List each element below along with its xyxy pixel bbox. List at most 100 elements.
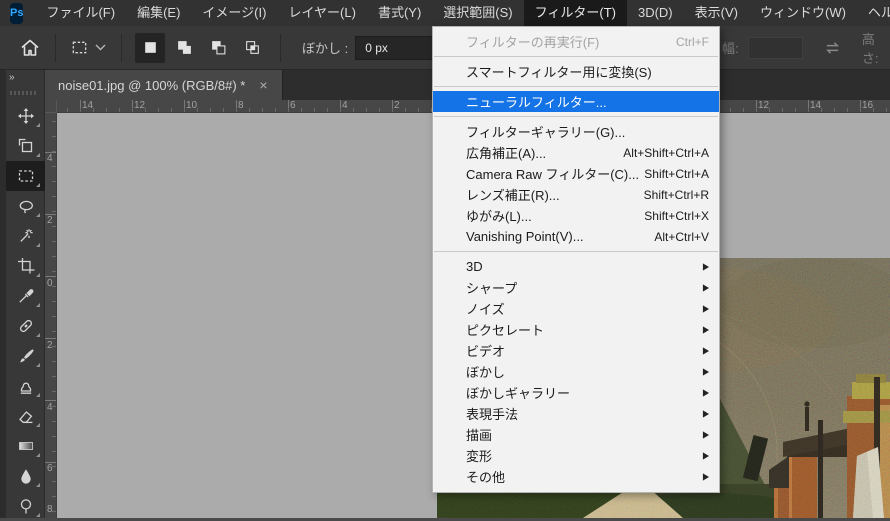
menubar-item-image[interactable]: イメージ(I) xyxy=(191,0,277,26)
dodge-tool-icon xyxy=(20,499,31,514)
brush-tool[interactable] xyxy=(6,341,45,371)
menubar-item-layer[interactable]: レイヤー(L) xyxy=(277,0,367,26)
tool-group-indicator xyxy=(36,393,40,397)
magic-wand-tool-icon xyxy=(19,229,33,242)
gradient-tool[interactable] xyxy=(6,431,45,461)
menubar-item-edit[interactable]: 編集(E) xyxy=(126,0,191,26)
magic-wand-tool[interactable] xyxy=(6,221,45,251)
menu-item-convert-for-smart-filters[interactable]: スマートフィルター用に変換(S) xyxy=(433,61,719,82)
menu-separator xyxy=(434,251,718,252)
subtract-from-selection-button[interactable] xyxy=(203,33,233,63)
frame-tool-icon xyxy=(18,138,32,153)
tab-close-icon[interactable]: × xyxy=(257,78,269,92)
tool-group-indicator xyxy=(36,123,40,127)
menubar-item-file[interactable]: ファイル(F) xyxy=(35,0,126,26)
menubar-item-3d[interactable]: 3D(D) xyxy=(627,0,684,26)
menubar-item-view[interactable]: 表示(V) xyxy=(684,0,749,26)
menu-item-camera-raw-filter[interactable]: Camera Raw フィルター(C)... Shift+Ctrl+A xyxy=(433,163,719,184)
menubar-item-window[interactable]: ウィンドウ(W) xyxy=(749,0,857,26)
menu-item-liquify[interactable]: ゆがみ(L)... Shift+Ctrl+X xyxy=(433,205,719,226)
crop-tool[interactable] xyxy=(6,251,45,281)
dodge-tool[interactable] xyxy=(6,491,45,521)
ruler-label: 6 xyxy=(47,463,53,474)
menu-item-submenu-blur[interactable]: ぼかし ▶ xyxy=(433,361,719,382)
blur-tool[interactable] xyxy=(6,461,45,491)
tools-panel-grip[interactable] xyxy=(10,91,36,95)
menu-item-neural-filters[interactable]: ニューラルフィルター... xyxy=(433,91,719,112)
menu-item-label: 3D xyxy=(466,259,483,274)
expand-tools-button[interactable]: » xyxy=(6,70,44,86)
spot-healing-brush-tool[interactable] xyxy=(6,311,45,341)
frame-tool[interactable] xyxy=(6,131,45,161)
ruler-minor-ticks xyxy=(52,113,56,518)
submenu-arrow-icon: ▶ xyxy=(702,429,709,440)
menu-item-label: ピクセレート xyxy=(466,323,545,338)
menubar-item-type[interactable]: 書式(Y) xyxy=(367,0,432,26)
menu-item-submenu-sharpen[interactable]: シャープ ▶ xyxy=(433,277,719,298)
new-selection-button[interactable] xyxy=(135,32,165,63)
intersect-selection-button[interactable] xyxy=(237,33,267,63)
menu-item-submenu-video[interactable]: ビデオ ▶ xyxy=(433,340,719,361)
menu-item-label: Vanishing Point(V)... xyxy=(466,229,584,244)
tool-group-indicator xyxy=(36,153,40,157)
menu-item-label: 広角補正(A)... xyxy=(466,146,547,161)
ruler-label: 2 xyxy=(394,100,400,111)
menu-item-submenu-noise[interactable]: ノイズ ▶ xyxy=(433,298,719,319)
ruler-label: 4 xyxy=(47,402,53,413)
menu-item-submenu-distort[interactable]: 変形 ▶ xyxy=(433,445,719,466)
document-tab[interactable]: noise01.jpg @ 100% (RGB/8#) * × xyxy=(45,70,283,100)
tool-group-indicator xyxy=(36,513,40,517)
menubar-item-select[interactable]: 選択範囲(S) xyxy=(432,0,523,26)
height-label: 高さ: xyxy=(861,31,879,66)
rectangular-marquee-tool[interactable] xyxy=(6,161,45,191)
menu-item-shortcut: Shift+Ctrl+R xyxy=(643,187,709,202)
ruler-label: 0 xyxy=(47,278,53,289)
tools-panel: » xyxy=(0,70,45,518)
tool-group-indicator xyxy=(36,483,40,487)
add-to-selection-button[interactable] xyxy=(169,33,199,63)
lasso-tool[interactable] xyxy=(6,191,45,221)
menu-item-filter-gallery[interactable]: フィルターギャラリー(G)... xyxy=(433,121,719,142)
ruler-label: 2 xyxy=(47,215,53,226)
menu-item-label: シャープ xyxy=(466,281,518,296)
menu-item-shortcut: Shift+Ctrl+A xyxy=(644,166,709,181)
clone-stamp-tool-icon xyxy=(20,382,31,394)
tool-group-indicator xyxy=(36,303,40,307)
tool-preset-button[interactable] xyxy=(67,39,110,56)
spot-healing-brush-tool-icon xyxy=(19,319,32,333)
submenu-arrow-icon: ▶ xyxy=(702,366,709,377)
submenu-arrow-icon: ▶ xyxy=(702,282,709,293)
feather-label: ぼかし : xyxy=(302,41,349,56)
menubar-item-help[interactable]: ヘルプ(H) xyxy=(857,0,890,26)
menu-item-label: ノイズ xyxy=(466,302,505,317)
menu-item-shortcut: Alt+Ctrl+V xyxy=(654,229,709,244)
move-tool[interactable] xyxy=(6,101,45,131)
menu-item-lens-correction[interactable]: レンズ補正(R)... Shift+Ctrl+R xyxy=(433,184,719,205)
clone-stamp-tool[interactable] xyxy=(6,371,45,401)
home-button[interactable] xyxy=(16,34,44,62)
width-label: 幅: xyxy=(722,41,739,56)
filter-menu: フィルターの再実行(F) Ctrl+F スマートフィルター用に変換(S) ニューラルフ… xyxy=(432,26,720,493)
marquee-preset-icon xyxy=(72,41,87,54)
vertical-ruler[interactable]: 4 2 0 2 4 6 8 xyxy=(45,113,57,518)
feather-input[interactable] xyxy=(355,35,439,60)
menu-item-submenu-stylize[interactable]: 表現手法 ▶ xyxy=(433,403,719,424)
tool-group-indicator xyxy=(36,333,40,337)
eraser-tool[interactable] xyxy=(6,401,45,431)
menu-item-submenu-other[interactable]: その他 ▶ xyxy=(433,466,719,487)
subtract-from-selection-icon xyxy=(211,41,225,55)
menu-item-submenu-3d[interactable]: 3D ▶ xyxy=(433,256,719,277)
width-input[interactable] xyxy=(747,36,803,59)
menu-item-shortcut: Shift+Ctrl+X xyxy=(644,208,709,223)
menu-item-label: 描画 xyxy=(466,428,493,443)
menubar-item-filter[interactable]: フィルター(T) xyxy=(523,0,627,26)
menu-item-vanishing-point[interactable]: Vanishing Point(V)... Alt+Ctrl+V xyxy=(433,226,719,247)
menu-item-submenu-pixelate[interactable]: ピクセレート ▶ xyxy=(433,319,719,340)
eyedropper-tool[interactable] xyxy=(6,281,45,311)
menu-item-adaptive-wide-angle[interactable]: 広角補正(A)... Alt+Shift+Ctrl+A xyxy=(433,142,719,163)
menu-item-reexecute-filter: フィルターの再実行(F) Ctrl+F xyxy=(433,31,719,52)
menu-item-submenu-render[interactable]: 描画 ▶ xyxy=(433,424,719,445)
add-to-selection-icon xyxy=(177,41,191,54)
tool-group-indicator xyxy=(36,453,40,457)
menu-item-submenu-blur-gallery[interactable]: ぼかしギャラリー ▶ xyxy=(433,382,719,403)
